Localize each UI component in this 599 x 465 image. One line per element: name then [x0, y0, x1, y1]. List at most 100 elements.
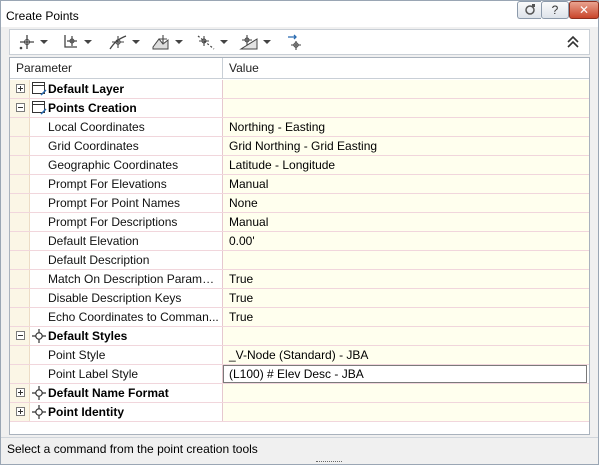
value-text: True	[229, 291, 254, 305]
category-row[interactable]: Default Styles	[10, 327, 589, 346]
row-gutter	[10, 251, 30, 269]
parameter-label: Point Style	[48, 348, 106, 362]
surface-points-button[interactable]	[151, 32, 183, 52]
value-cell[interactable]: Grid Northing - Grid Easting	[223, 137, 589, 155]
property-row[interactable]: Point Style _V-Node (Standard) - JBA	[10, 346, 589, 365]
parameter-column-header[interactable]: Parameter	[10, 58, 223, 79]
resize-grip[interactable]	[316, 461, 342, 464]
miscellaneous-points-button[interactable]	[18, 32, 48, 52]
expand-icon[interactable]	[16, 388, 25, 397]
value-cell[interactable]: Manual	[223, 213, 589, 231]
category-row[interactable]: Default Name Format	[10, 384, 589, 403]
property-row[interactable]: Point Label Style (L100) # Elev Desc - JB…	[10, 365, 589, 384]
parameter-cell: Prompt For Point Names	[10, 194, 223, 212]
row-gutter	[10, 80, 30, 98]
collapse-icon[interactable]	[16, 331, 25, 340]
property-row[interactable]: Prompt For Elevations Manual	[10, 175, 589, 194]
value-cell	[223, 80, 589, 98]
value-cell[interactable]: (L100) # Elev Desc - JBA	[223, 365, 589, 383]
parameter-label: Prompt For Descriptions	[48, 215, 178, 229]
parameter-cell: Point Label Style	[10, 365, 223, 383]
expand-icon[interactable]	[16, 84, 25, 93]
parameter-label: Default Description	[48, 253, 150, 267]
value-cell	[223, 403, 589, 421]
category-label: Points Creation	[48, 101, 137, 115]
value-text: Grid Northing - Grid Easting	[229, 139, 378, 153]
category-row[interactable]: Default Layer	[10, 80, 589, 99]
expand-icon[interactable]	[16, 407, 25, 416]
chevron-down-icon	[84, 40, 92, 44]
collapse-toolbar-button[interactable]	[565, 32, 581, 52]
alignment-point-icon	[109, 35, 127, 50]
value-cell[interactable]: None	[223, 194, 589, 212]
slope-point-icon	[239, 35, 258, 50]
property-row[interactable]: Echo Coordinates to Comman... True	[10, 308, 589, 327]
intersection-points-button[interactable]	[62, 32, 92, 52]
convert-point-icon	[288, 34, 301, 50]
value-column-header[interactable]: Value	[223, 58, 589, 79]
value-text: Latitude - Longitude	[229, 158, 336, 172]
help-button[interactable]: ?	[541, 1, 569, 19]
row-gutter	[10, 327, 30, 345]
parameter-label: Point Label Style	[48, 367, 139, 381]
close-icon: ✕	[578, 3, 590, 17]
parameter-cell: Point Style	[10, 346, 223, 364]
window-menu-button[interactable]	[517, 1, 541, 19]
row-gutter	[10, 118, 30, 136]
value-cell[interactable]: 0.00'	[223, 232, 589, 250]
category-label: Default Styles	[48, 329, 128, 343]
value-text: _V-Node (Standard) - JBA	[229, 348, 369, 362]
property-row[interactable]: Prompt For Point Names None	[10, 194, 589, 213]
alignment-points-button[interactable]	[108, 32, 140, 52]
slope-points-button[interactable]	[239, 32, 271, 52]
row-gutter	[10, 346, 30, 364]
value-cell[interactable]: Manual	[223, 175, 589, 193]
row-gutter	[10, 232, 30, 250]
property-row[interactable]: Local Coordinates Northing - Easting	[10, 118, 589, 137]
row-gutter	[10, 308, 30, 326]
property-row[interactable]: Default Elevation 0.00'	[10, 232, 589, 251]
parameter-cell: Default Styles	[10, 327, 223, 345]
property-row[interactable]: Disable Description Keys True	[10, 289, 589, 308]
value-cell	[223, 327, 589, 345]
value-edit-field[interactable]: (L100) # Elev Desc - JBA	[223, 365, 587, 383]
point-style-icon	[31, 404, 48, 420]
property-row[interactable]: Geographic Coordinates Latitude - Longitu…	[10, 156, 589, 175]
grid-header: Parameter Value	[10, 58, 589, 79]
value-cell	[223, 99, 589, 117]
interpolate-points-button[interactable]	[196, 32, 228, 52]
value-cell[interactable]: Northing - Easting	[223, 118, 589, 136]
row-gutter	[10, 384, 30, 402]
grid-rows: Default Layer Points Creation Local Coordi…	[10, 80, 589, 422]
property-row[interactable]: Default Description	[10, 251, 589, 270]
row-gutter	[10, 365, 30, 383]
value-text: Northing - Easting	[229, 120, 326, 134]
double-chevron-up-icon	[567, 35, 579, 48]
convert-points-button[interactable]	[284, 32, 304, 52]
parameter-label: Prompt For Point Names	[48, 196, 181, 210]
close-button[interactable]: ✕	[569, 1, 599, 19]
value-text: 0.00'	[229, 234, 255, 248]
chevron-down-icon	[40, 40, 48, 44]
layer-icon	[31, 81, 48, 97]
window-menu-icon	[524, 4, 535, 15]
value-cell[interactable]	[223, 251, 589, 269]
value-text: Manual	[229, 177, 269, 191]
status-bar: Select a command from the point creation…	[1, 437, 598, 459]
row-gutter	[10, 289, 30, 307]
property-row[interactable]: Prompt For Descriptions Manual	[10, 213, 589, 232]
value-text: Manual	[229, 215, 269, 229]
category-row[interactable]: Points Creation	[10, 99, 589, 118]
collapse-icon[interactable]	[16, 103, 25, 112]
status-text: Select a command from the point creation…	[7, 442, 258, 456]
value-cell[interactable]: True	[223, 289, 589, 307]
value-cell[interactable]: True	[223, 308, 589, 326]
value-cell[interactable]: _V-Node (Standard) - JBA	[223, 346, 589, 364]
parameter-label: Local Coordinates	[48, 120, 145, 134]
value-cell[interactable]: True	[223, 270, 589, 288]
parameter-cell: Point Identity	[10, 403, 223, 421]
value-cell[interactable]: Latitude - Longitude	[223, 156, 589, 174]
category-row[interactable]: Point Identity	[10, 403, 589, 422]
property-row[interactable]: Grid Coordinates Grid Northing - Grid Eas…	[10, 137, 589, 156]
property-row[interactable]: Match On Description Paramet... True	[10, 270, 589, 289]
